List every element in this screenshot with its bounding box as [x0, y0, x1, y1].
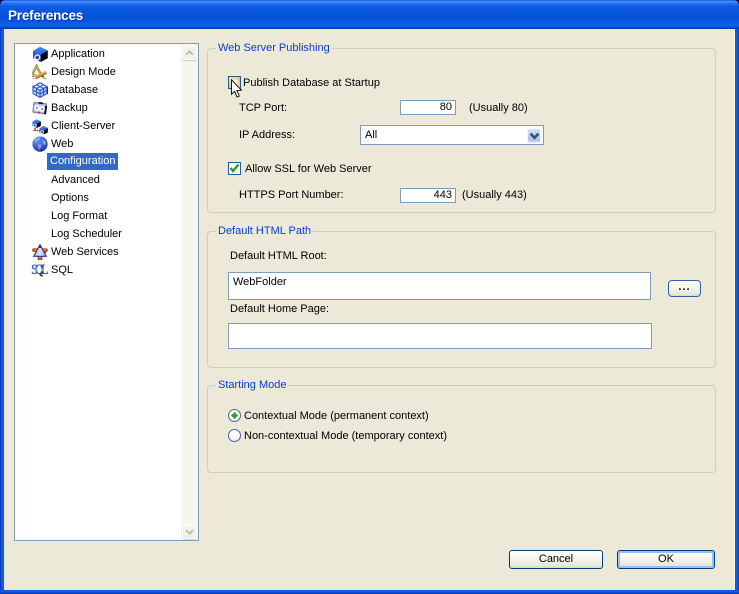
svg-text:SQL: SQL — [31, 261, 48, 278]
